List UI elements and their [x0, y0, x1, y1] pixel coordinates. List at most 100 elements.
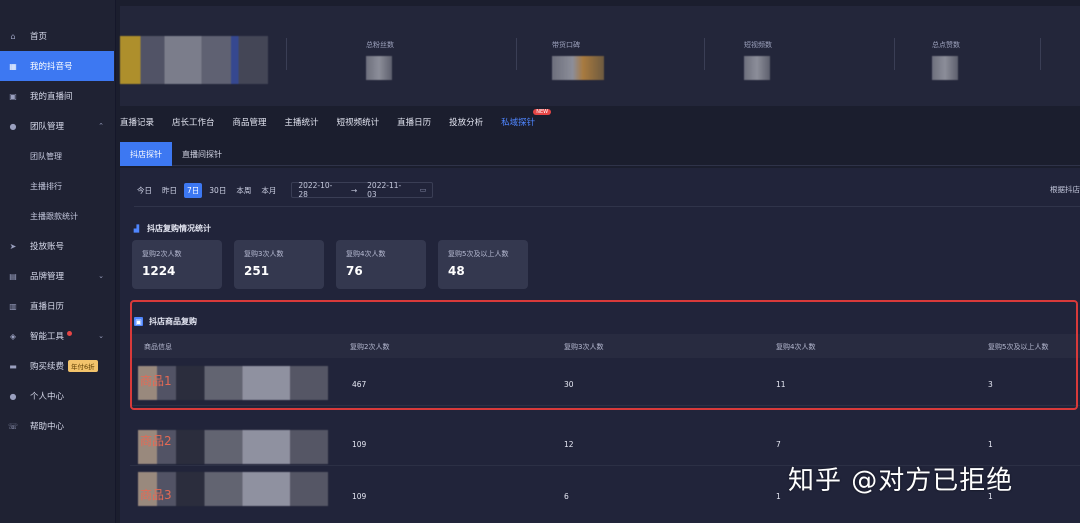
sidebar-item-label: 智能工具	[30, 332, 65, 342]
chevron-up-icon: ⌃	[98, 122, 104, 130]
calendar-icon: ▭	[419, 186, 427, 194]
date-chip-today[interactable]: 今日	[134, 183, 155, 198]
stat-reputation: 带货口碑	[552, 40, 672, 80]
tab-ad-analysis[interactable]: 投放分析	[449, 116, 483, 128]
sidebar-item-my-douyin[interactable]: ▦ 我的抖音号	[0, 51, 114, 81]
stat-followers: 总粉丝数	[366, 40, 486, 80]
tab-video-stats[interactable]: 短视频统计	[337, 116, 380, 128]
calendar-icon: ▥	[9, 301, 17, 311]
stat-value-blurred	[744, 56, 770, 80]
tv-icon: ▣	[9, 91, 17, 101]
card-icon: ▬	[9, 361, 17, 371]
avatar	[120, 36, 268, 84]
stat-likes: 总点赞数	[932, 40, 1052, 80]
home-icon: ⌂	[10, 31, 16, 41]
tab-shop-workbench[interactable]: 店长工作台	[172, 116, 215, 128]
sub-tabs: 抖店探针 直播间探针	[120, 142, 1080, 166]
date-chip-week[interactable]: 本周	[233, 183, 254, 198]
stat-card-repurchase-3: 复购3次人数 251	[234, 240, 324, 289]
stat-label: 总点赞数	[932, 41, 960, 49]
tab-product-manage[interactable]: 商品管理	[233, 116, 267, 128]
sidebar-item-anchor-stats[interactable]: 主播跟款统计	[0, 201, 114, 231]
sidebar-item-team[interactable]: ● 团队管理 ⌃	[0, 111, 114, 141]
table-cell: 109	[352, 440, 367, 449]
table-cell: 12	[564, 440, 574, 449]
sidebar-item-label: 团队管理	[30, 151, 62, 161]
sidebar-item-home[interactable]: ⌂ 首页	[0, 21, 114, 51]
tab-anchor-stats[interactable]: 主播统计	[285, 116, 319, 128]
tab-live-calendar[interactable]: 直播日历	[397, 116, 431, 128]
sidebar: ⌂ 首页 ▦ 我的抖音号 ▣ 我的直播间 ● 团队管理 ⌃ 团队管理 主播排行 …	[0, 0, 116, 523]
sidebar-item-anchor-rank[interactable]: 主播排行	[0, 171, 114, 201]
date-chip-yesterday[interactable]: 昨日	[159, 183, 180, 198]
arrow-icon: →	[350, 185, 358, 195]
date-chip-30d[interactable]: 30日	[206, 183, 229, 198]
account-stats-bar: 总粉丝数 带货口碑 短视频数 总点赞数	[120, 6, 1080, 106]
tab-label: 私域探针	[501, 118, 536, 128]
sidebar-item-profile[interactable]: ● 个人中心	[0, 381, 114, 411]
section-title-text: 抖店复购情况统计	[147, 224, 211, 233]
card-label: 复购4次人数	[346, 250, 386, 258]
stat-card-repurchase-5plus: 复购5次及以上人数 48	[438, 240, 528, 289]
card-value: 251	[244, 264, 270, 278]
sidebar-item-calendar[interactable]: ▥ 直播日历	[0, 291, 114, 321]
help-icon: ☏	[8, 421, 19, 431]
chart-icon: ▤	[9, 271, 17, 281]
tab-live-records[interactable]: 直播记录	[120, 116, 154, 128]
date-chip-month[interactable]: 本月	[258, 183, 279, 198]
chevron-down-icon: ⌄	[98, 272, 104, 280]
sidebar-item-purchase[interactable]: ▬ 购买续费 年付6折	[0, 351, 114, 381]
card-value: 48	[448, 264, 465, 278]
sidebar-item-ads[interactable]: ➤ 投放账号	[0, 231, 114, 261]
sidebar-item-label: 主播跟款统计	[30, 211, 78, 221]
sidebar-item-label: 个人中心	[30, 392, 65, 402]
user-icon: ●	[9, 391, 17, 401]
sidebar-item-label: 首页	[30, 32, 48, 42]
notification-dot	[67, 330, 73, 336]
date-filter: 今日 昨日 7日 30日 本周 本月 2022-10-28 → 2022-11-…	[134, 181, 434, 199]
stat-videos: 短视频数	[744, 40, 864, 80]
grid-icon: ▦	[9, 61, 17, 71]
sidebar-item-brand[interactable]: ▤ 品牌管理 ⌄	[0, 261, 114, 291]
stat-value-blurred	[552, 56, 604, 80]
send-icon: ➤	[9, 241, 17, 251]
team-icon: ●	[9, 121, 17, 131]
table-cell: 109	[352, 492, 367, 501]
discount-badge: 年付6折	[68, 360, 98, 372]
sidebar-item-live-room[interactable]: ▣ 我的直播间	[0, 81, 114, 111]
sidebar-item-label: 主播排行	[30, 181, 62, 191]
card-value: 1224	[142, 264, 176, 278]
card-label: 复购3次人数	[244, 250, 284, 258]
repurchase-section-title: ▟ 抖店复购情况统计	[132, 223, 211, 234]
highlight-box	[130, 300, 1078, 410]
stat-value-blurred	[932, 56, 958, 80]
table-cell: 1	[776, 492, 781, 501]
sidebar-item-label: 团队管理	[30, 122, 65, 132]
new-badge: NEW	[533, 109, 552, 115]
date-range-picker[interactable]: 2022-10-28 → 2022-11-03 ▭	[291, 181, 434, 199]
table-cell: 6	[564, 492, 569, 501]
by-shop-label[interactable]: 根据抖店	[1050, 184, 1080, 195]
date-chip-7d[interactable]: 7日	[184, 182, 203, 198]
stat-label: 带货口碑	[552, 41, 580, 49]
sidebar-item-tools[interactable]: ◈ 智能工具 ⌄	[0, 321, 114, 351]
sidebar-item-label: 品牌管理	[30, 272, 65, 282]
sidebar-item-label: 投放账号	[30, 242, 65, 252]
subtab-shop-probe[interactable]: 抖店探针	[120, 142, 172, 166]
stat-value-blurred	[366, 56, 392, 80]
sidebar-item-label: 帮助中心	[30, 422, 65, 432]
sidebar-item-help[interactable]: ☏ 帮助中心	[0, 411, 114, 441]
table-cell: 1	[988, 440, 993, 449]
subtab-live-probe[interactable]: 直播间探针	[172, 142, 232, 166]
sidebar-item-team-manage[interactable]: 团队管理	[0, 141, 114, 171]
sidebar-item-label: 我的抖音号	[30, 62, 73, 72]
watermark: 知乎 @对方已拒绝	[788, 466, 1014, 496]
stat-card-repurchase-2: 复购2次人数 1224	[132, 240, 222, 289]
tab-private-probe[interactable]: 私域探针 NEW	[501, 109, 552, 128]
divider	[1040, 38, 1041, 70]
divider	[286, 38, 287, 70]
product-tag: 商品2	[140, 434, 172, 448]
date-end: 2022-11-03	[367, 181, 402, 199]
sidebar-item-label: 我的直播间	[30, 92, 73, 102]
sidebar-item-label: 购买续费	[30, 362, 65, 372]
